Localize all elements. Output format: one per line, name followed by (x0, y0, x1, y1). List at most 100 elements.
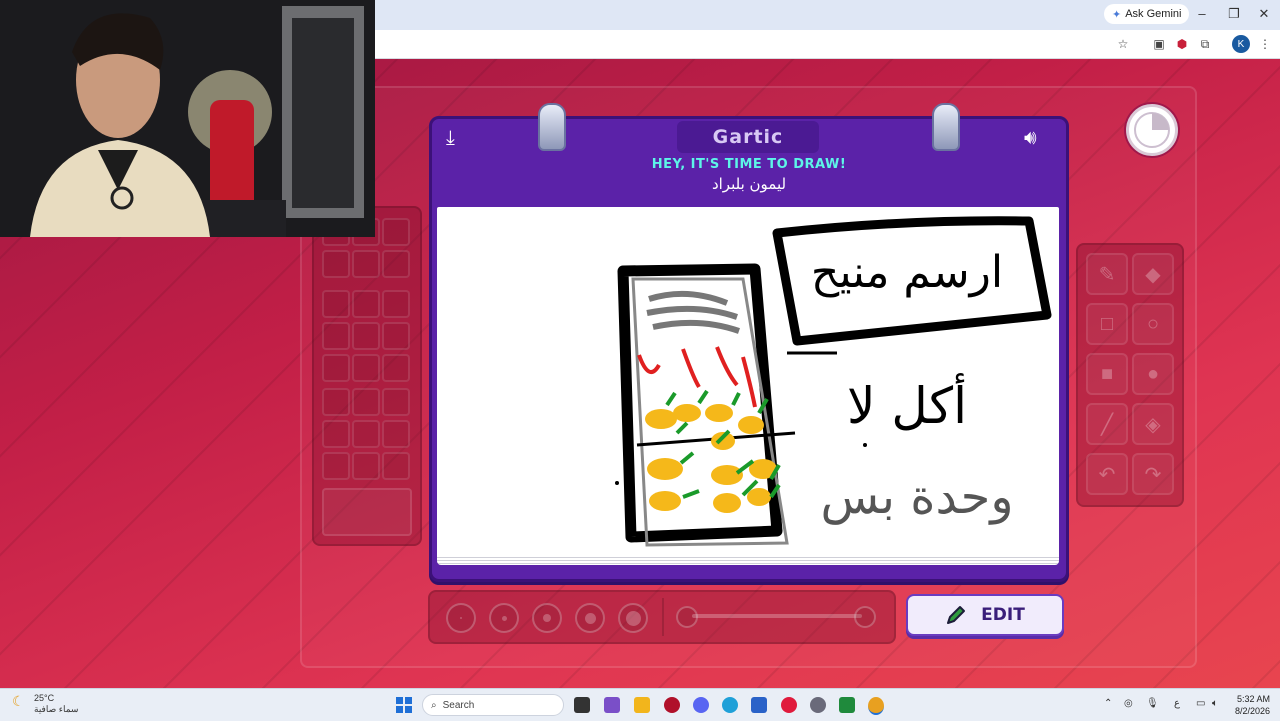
store-icon[interactable] (751, 697, 767, 713)
round-timer (1126, 104, 1178, 156)
ask-gemini-button[interactable]: ✦ Ask Gemini (1104, 4, 1190, 24)
color-swatch[interactable] (382, 388, 410, 416)
widgets-icon[interactable] (604, 697, 620, 713)
close-icon[interactable]: ✕ (1254, 6, 1274, 22)
board-header: ⤓ Gartic 🔊︎ HEY, IT'S TIME TO DRAW! ليمو… (432, 103, 1066, 205)
windows-start-icon[interactable] (396, 697, 412, 713)
undo-icon[interactable]: ↶ (1086, 453, 1128, 495)
clock[interactable]: 5:32 AM 8/2/2026 (1230, 693, 1270, 717)
color-swatch[interactable] (352, 420, 380, 448)
bookmark-star-icon[interactable]: ☆ (1114, 35, 1132, 53)
moon-icon: ☾ (12, 693, 25, 709)
color-swatch[interactable] (322, 420, 350, 448)
discord-icon[interactable] (693, 697, 709, 713)
color-swatch[interactable] (382, 250, 410, 278)
edge-icon[interactable] (722, 697, 738, 713)
sound-icon[interactable]: 🔊︎ (1024, 127, 1037, 150)
opacity-slider[interactable] (692, 614, 862, 618)
color-swatch[interactable] (322, 388, 350, 416)
language-indicator[interactable]: ع (1174, 698, 1180, 709)
drawing-board: ⤓ Gartic 🔊︎ HEY, IT'S TIME TO DRAW! ليمو… (429, 103, 1069, 582)
color-swatch[interactable] (382, 218, 410, 246)
canvas-drawing: ارسم منيح أكل لا وحدة بس (615, 216, 1052, 547)
webcam-feed (0, 0, 375, 237)
color-swatch[interactable] (352, 354, 380, 382)
task-view-icon[interactable] (574, 697, 590, 713)
color-swatch[interactable] (352, 388, 380, 416)
profile-avatar[interactable]: K (1232, 35, 1250, 53)
brush-size-5[interactable] (618, 603, 648, 633)
color-swatch[interactable] (322, 290, 350, 318)
network-icon[interactable]: ◎ (1124, 698, 1133, 709)
rect-fill-icon[interactable]: ■ (1086, 353, 1128, 395)
color-swatch[interactable] (382, 420, 410, 448)
drawn-text-box: ارسم منيح (811, 247, 1003, 298)
color-swatch[interactable] (352, 452, 380, 480)
extension-icon[interactable]: ▣ (1150, 35, 1168, 53)
windows-taskbar: ☾ 25°C سماء صافية ⌕ Search ⌃ ◎ 🎙︎ ع ▭ 🔈︎… (0, 688, 1280, 721)
taskbar-search[interactable]: ⌕ Search (422, 694, 564, 716)
pencil-icon[interactable]: ✎ (1086, 253, 1128, 295)
edit-label: EDIT (981, 605, 1025, 625)
circle-outline-icon[interactable]: ○ (1132, 303, 1174, 345)
settings-icon[interactable] (810, 697, 826, 713)
restore-icon[interactable]: ❐ (1224, 6, 1244, 22)
color-swatch[interactable] (322, 322, 350, 350)
binder-ring-icon (538, 103, 566, 151)
brush-size-2[interactable] (489, 603, 519, 633)
file-explorer-icon[interactable] (634, 697, 650, 713)
drawn-text-line2: أكل لا (847, 373, 967, 435)
edit-button[interactable]: EDIT (906, 594, 1064, 636)
gemini-sparkle-icon: ✦ (1112, 8, 1122, 21)
brush-size-1[interactable] (446, 603, 476, 633)
color-swatch[interactable] (322, 452, 350, 480)
gartic-logo: Gartic (677, 121, 819, 153)
color-swatch[interactable] (322, 354, 350, 382)
binder-ring-icon (932, 103, 960, 151)
abp-icon[interactable]: ⬢ (1173, 35, 1191, 53)
wifi-icon[interactable]: ▭ (1196, 698, 1205, 709)
weather-text: سماء صافية (34, 704, 79, 714)
color-swatch[interactable] (382, 452, 410, 480)
volume-icon[interactable]: 🔈︎ (1212, 698, 1218, 709)
brush-size-4[interactable] (575, 603, 605, 633)
app-icon[interactable] (839, 697, 855, 713)
search-icon: ⌕ (431, 699, 437, 711)
color-swatch[interactable] (352, 250, 380, 278)
mic-icon[interactable]: 🎙︎ (1146, 698, 1159, 709)
color-swatch[interactable] (352, 290, 380, 318)
brush-size-3[interactable] (532, 603, 562, 633)
minimize-icon[interactable]: – (1192, 6, 1212, 21)
custom-color-picker[interactable] (322, 488, 412, 536)
color-swatch[interactable] (382, 290, 410, 318)
color-palette (312, 206, 422, 546)
weather-widget[interactable]: ☾ 25°C سماء صافية (12, 693, 78, 715)
redo-icon[interactable]: ↷ (1132, 453, 1174, 495)
timer-pie-icon (1134, 112, 1170, 148)
date: 8/2/2026 (1234, 706, 1270, 716)
drawing-tools: ✎ ◆ □ ○ ■ ● ╱ ◈ ↶ ↷ (1076, 243, 1184, 507)
webcam-overlay (0, 0, 375, 237)
time: 5:32 AM (1236, 694, 1270, 704)
color-swatch[interactable] (382, 322, 410, 350)
app-icon[interactable] (664, 697, 680, 713)
browser-menu-icon[interactable]: ⋮ (1256, 35, 1274, 53)
drawing-canvas[interactable]: ارسم منيح أكل لا وحدة بس (437, 207, 1059, 557)
rect-outline-icon[interactable]: □ (1086, 303, 1128, 345)
eraser-icon[interactable]: ◆ (1132, 253, 1174, 295)
ask-gemini-label: Ask Gemini (1125, 8, 1182, 20)
opacity-slider-knob[interactable] (854, 606, 876, 628)
turn-headline: HEY, IT'S TIME TO DRAW! (651, 157, 847, 172)
fill-bucket-icon[interactable]: ◈ (1132, 403, 1174, 445)
color-swatch[interactable] (322, 250, 350, 278)
tray-overflow-icon[interactable]: ⌃ (1104, 698, 1112, 709)
circle-fill-icon[interactable]: ● (1132, 353, 1174, 395)
opera-icon[interactable] (781, 697, 797, 713)
puzzle-icon[interactable]: ⧉ (1196, 35, 1214, 53)
download-icon[interactable]: ⤓ (446, 127, 455, 150)
secret-word: ليمون بلبراد (711, 175, 787, 193)
chrome-icon[interactable] (868, 697, 884, 715)
color-swatch[interactable] (352, 322, 380, 350)
color-swatch[interactable] (382, 354, 410, 382)
line-icon[interactable]: ╱ (1086, 403, 1128, 445)
